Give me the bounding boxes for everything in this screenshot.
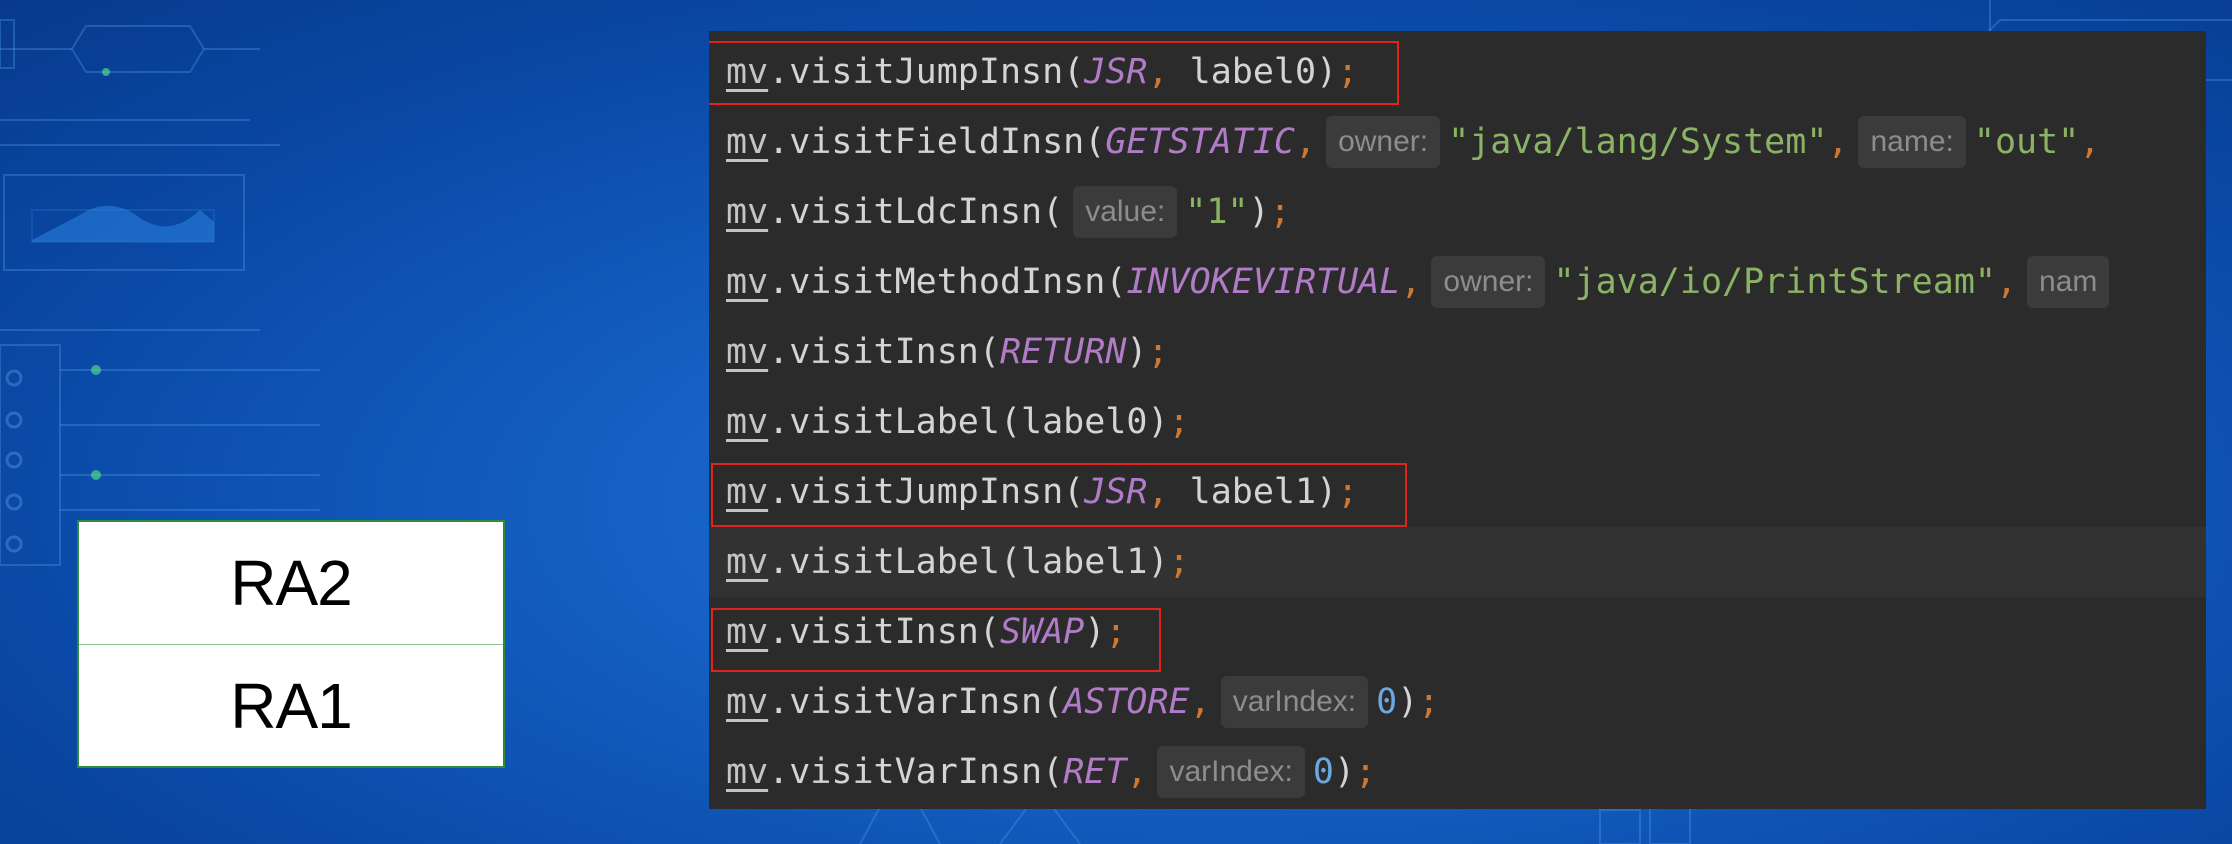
label-arg: label1 <box>1021 542 1148 582</box>
method-name: visitInsn <box>789 612 979 652</box>
code-line: mv. visitVarInsn(RET, varIndex: 0); <box>709 737 2206 807</box>
opcode-constant: JSR <box>1084 52 1148 92</box>
method-name: visitMethodInsn <box>789 262 1106 302</box>
opcode-constant: RETURN <box>999 332 1127 372</box>
method-name: visitLabel <box>789 402 1000 442</box>
parameter-hint: owner: <box>1431 256 1546 308</box>
parameter-hint: value: <box>1073 186 1178 238</box>
receiver: mv <box>726 612 769 652</box>
number-literal: 0 <box>1312 752 1334 792</box>
code-line: mv. visitInsn(SWAP); <box>726 612 1127 652</box>
method-name: visitVarInsn <box>789 682 1043 722</box>
method-name: visitLdcInsn <box>789 192 1043 232</box>
code-line: mv. visitJumpInsn(JSR, label0); <box>726 52 1359 92</box>
method-name: visitFieldInsn <box>789 122 1085 162</box>
method-name: visitInsn <box>789 332 979 372</box>
receiver: mv <box>726 542 769 582</box>
string-literal: "1" <box>1185 192 1249 232</box>
code-line: mv. visitLdcInsn(value: "1"); <box>709 177 2206 247</box>
receiver: mv <box>726 122 769 162</box>
stack-slot-top: RA2 <box>230 547 353 619</box>
opcode-constant: ASTORE <box>1063 682 1190 722</box>
code-line: mv. visitFieldInsn(GETSTATIC, owner: "java/… <box>709 107 2206 177</box>
label-arg: label0 <box>1189 52 1317 92</box>
receiver: mv <box>726 332 769 372</box>
code-editor: mv. visitJumpInsn(JSR, label0); mv. visitF… <box>709 31 2206 809</box>
code-line: mv. visitMethodInsn(INVOKEVIRTUAL, owner: "… <box>709 247 2206 317</box>
receiver: mv <box>726 402 769 442</box>
receiver: mv <box>726 682 769 722</box>
label-arg: label0 <box>1021 402 1148 442</box>
code-line: mv. visitLabel(label0); <box>726 402 1190 442</box>
stack-slot-bottom: RA1 <box>79 644 503 767</box>
code-line-current: mv. visitLabel(label1); <box>709 527 2206 597</box>
string-literal: "out" <box>1973 122 2080 162</box>
number-literal: 0 <box>1376 682 1398 722</box>
opcode-constant: GETSTATIC <box>1105 122 1295 162</box>
opcode-constant: RET <box>1063 752 1127 792</box>
parameter-hint: owner: <box>1326 116 1441 168</box>
receiver: mv <box>726 192 769 232</box>
parameter-hint: varIndex: <box>1157 746 1305 798</box>
parameter-hint: name: <box>1858 116 1966 168</box>
parameter-hint: varIndex: <box>1220 676 1369 728</box>
string-literal: "java/lang/System" <box>1448 122 1828 162</box>
receiver: mv <box>726 262 769 302</box>
opcode-constant: INVOKEVIRTUAL <box>1126 262 1401 302</box>
method-name: visitLabel <box>789 542 1000 582</box>
opcode-constant: JSR <box>1084 472 1148 512</box>
parameter-hint: nam <box>2027 256 2110 308</box>
string-literal: "java/io/PrintStream" <box>1553 262 1996 302</box>
receiver: mv <box>726 52 769 92</box>
code-line: mv. visitJumpInsn(JSR, label1); <box>726 472 1359 512</box>
receiver: mv <box>726 472 769 512</box>
code-line: mv. visitInsn(RETURN); <box>726 332 1169 372</box>
label-arg: label1 <box>1189 472 1317 512</box>
method-name: visitJumpInsn <box>789 472 1064 512</box>
return-address-stack: RA2 RA1 <box>77 520 505 768</box>
method-name: visitVarInsn <box>789 752 1043 792</box>
opcode-constant: SWAP <box>999 612 1085 652</box>
receiver: mv <box>726 752 769 792</box>
code-line: mv. visitVarInsn(ASTORE, varIndex: 0); <box>709 667 2206 737</box>
method-name: visitJumpInsn <box>789 52 1064 92</box>
